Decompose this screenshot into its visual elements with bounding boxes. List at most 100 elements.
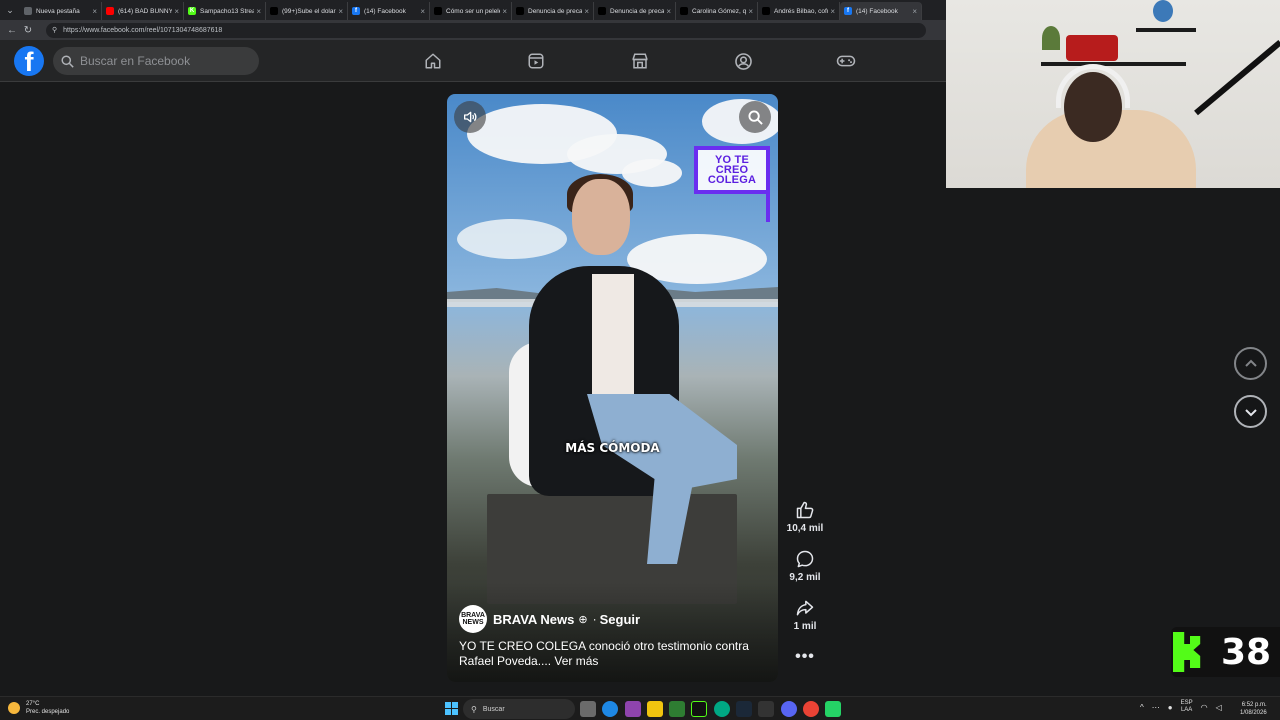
- back-icon[interactable]: ←: [4, 22, 20, 38]
- sign-text: YO TE CREO COLEGA: [707, 154, 757, 186]
- network-icon[interactable]: ⋯: [1152, 703, 1160, 712]
- browser-tab[interactable]: Andrés Bilbao, cofu ×: [758, 2, 840, 20]
- url-field[interactable]: ⚲ https://www.facebook.com/reel/10713047…: [46, 22, 926, 38]
- browser-tab[interactable]: K Sampacho13 Stream×: [184, 2, 266, 20]
- steam-icon[interactable]: [736, 701, 753, 717]
- previous-reel-button[interactable]: [1234, 347, 1267, 380]
- volume-icon[interactable]: ◁: [1216, 703, 1222, 712]
- browser-tab[interactable]: f (14) Facebook ×: [840, 2, 922, 20]
- time: 6:52 p.m.: [1241, 702, 1267, 708]
- browser-tab[interactable]: Cómo ser un pelele ×: [430, 2, 512, 20]
- tab-favicon-icon: f: [844, 7, 852, 15]
- url-text: https://www.facebook.com/reel/1071304748…: [63, 26, 223, 34]
- browser-tab[interactable]: Denuncia de precar ×: [594, 2, 676, 20]
- tab-search-icon[interactable]: ⌄: [0, 0, 20, 20]
- volume-button[interactable]: [454, 101, 486, 133]
- close-tab-icon[interactable]: ×: [420, 7, 425, 16]
- weather-widget[interactable]: 27°C Prec. despejado: [8, 700, 69, 716]
- tab-title: (14) Facebook: [856, 7, 898, 15]
- store-icon[interactable]: [669, 701, 686, 717]
- close-tab-icon[interactable]: ×: [338, 7, 343, 16]
- site-info-icon[interactable]: ⚲: [52, 26, 57, 34]
- share-count: 1 mil: [793, 621, 817, 632]
- plant: [1042, 26, 1060, 50]
- sign-pole: [766, 194, 770, 222]
- app-icon[interactable]: [713, 701, 730, 717]
- close-tab-icon[interactable]: ×: [748, 7, 753, 16]
- close-tab-icon[interactable]: ×: [912, 7, 917, 16]
- reels-icon[interactable]: [525, 50, 547, 72]
- profile-groups-icon[interactable]: [732, 50, 754, 72]
- chevron-up-icon[interactable]: ^: [1140, 703, 1144, 712]
- sun-icon: [8, 702, 20, 714]
- close-tab-icon[interactable]: ×: [666, 7, 671, 16]
- facebook-logo-text: f: [24, 47, 34, 76]
- close-tab-icon[interactable]: ×: [584, 7, 589, 16]
- browser-tab[interactable]: Carolina Gómez, qu ×: [676, 2, 758, 20]
- app-icon[interactable]: [691, 701, 708, 717]
- public-globe-icon: ⊕: [578, 613, 588, 626]
- thumbs-up-icon: [796, 501, 814, 519]
- next-reel-button[interactable]: [1234, 395, 1267, 428]
- tab-favicon-icon: [270, 7, 278, 15]
- close-tab-icon[interactable]: ×: [502, 7, 507, 16]
- chrome-icon[interactable]: [802, 701, 819, 717]
- language-layout: LAA: [1180, 707, 1193, 713]
- comment-button[interactable]: 9,2 mil: [785, 549, 825, 598]
- facebook-search-box[interactable]: [53, 47, 259, 75]
- file-explorer-icon[interactable]: [646, 701, 663, 717]
- discord-icon[interactable]: [780, 701, 797, 717]
- reel-actions: 10,4 mil 9,2 mil 1 mil: [785, 500, 825, 647]
- reel-search-button[interactable]: [739, 101, 771, 133]
- tab-title: Denuncia de precar: [610, 7, 665, 15]
- facebook-logo[interactable]: f: [14, 46, 44, 76]
- author-avatar[interactable]: BRAVA NEWS: [459, 605, 487, 633]
- share-button[interactable]: 1 mil: [785, 598, 825, 647]
- edge-icon[interactable]: [602, 701, 619, 717]
- home-icon[interactable]: [422, 50, 444, 72]
- close-tab-icon[interactable]: ×: [92, 7, 97, 16]
- browser-tab[interactable]: Denuncia de precar ×: [512, 2, 594, 20]
- boombox: [1066, 35, 1118, 61]
- yo-te-creo-sign: YO TE CREO COLEGA: [694, 146, 770, 194]
- whatsapp-icon[interactable]: [825, 701, 842, 717]
- browser-tab[interactable]: Nueva pestaña ×: [20, 2, 102, 20]
- search-icon: ⚲: [471, 704, 477, 714]
- author-name[interactable]: BRAVA News: [493, 612, 574, 627]
- system-tray: ^ ⋯ ● ESP LAA ◠ ◁: [1140, 700, 1230, 714]
- tab-favicon-icon: [680, 7, 688, 15]
- wifi-icon[interactable]: ◠: [1201, 703, 1208, 712]
- browser-tab[interactable]: (99+)Sube el dolar ×: [266, 2, 348, 20]
- follow-button[interactable]: Seguir: [600, 612, 640, 627]
- reel-video[interactable]: YO TE CREO COLEGA MÁS CÓMODA BRAVA NEWS …: [447, 94, 778, 682]
- tab-favicon-icon: [516, 7, 524, 15]
- mic-icon[interactable]: ●: [1168, 703, 1173, 712]
- taskbar-search[interactable]: ⚲ Buscar: [463, 699, 575, 719]
- globe-decoration: [1153, 0, 1173, 22]
- windows-start-icon[interactable]: [445, 702, 458, 715]
- clock[interactable]: 6:52 p.m. 1/08/2026: [1240, 701, 1267, 717]
- taskbar-search-label: Buscar: [482, 705, 505, 713]
- like-button[interactable]: 10,4 mil: [785, 500, 825, 549]
- close-tab-icon[interactable]: ×: [256, 7, 261, 16]
- close-tab-icon[interactable]: ×: [830, 7, 835, 16]
- task-view-icon[interactable]: [580, 701, 596, 717]
- facebook-search-input[interactable]: [80, 54, 250, 68]
- gaming-icon[interactable]: [835, 50, 857, 72]
- chevron-up-icon: [1244, 359, 1257, 367]
- close-tab-icon[interactable]: ×: [174, 7, 179, 16]
- person-shirt: [592, 274, 634, 394]
- browser-tab[interactable]: f (14) Facebook ×: [348, 2, 430, 20]
- separator-dot: ·: [592, 612, 597, 626]
- more-options-icon[interactable]: •••: [795, 648, 815, 666]
- language-indicator[interactable]: ESP LAA: [1181, 700, 1193, 714]
- marketplace-icon[interactable]: [629, 50, 651, 72]
- copilot-icon[interactable]: [624, 701, 641, 717]
- app-icon[interactable]: [758, 701, 775, 717]
- browser-tab[interactable]: (614) BAD BUNNY ×: [102, 2, 184, 20]
- kick-logo-icon: [1173, 632, 1201, 672]
- reload-icon[interactable]: ↻: [20, 22, 36, 38]
- tab-favicon-icon: [106, 7, 114, 15]
- see-more-link[interactable]: Ver más: [554, 654, 598, 668]
- tab-title: Cómo ser un pelele: [446, 7, 501, 15]
